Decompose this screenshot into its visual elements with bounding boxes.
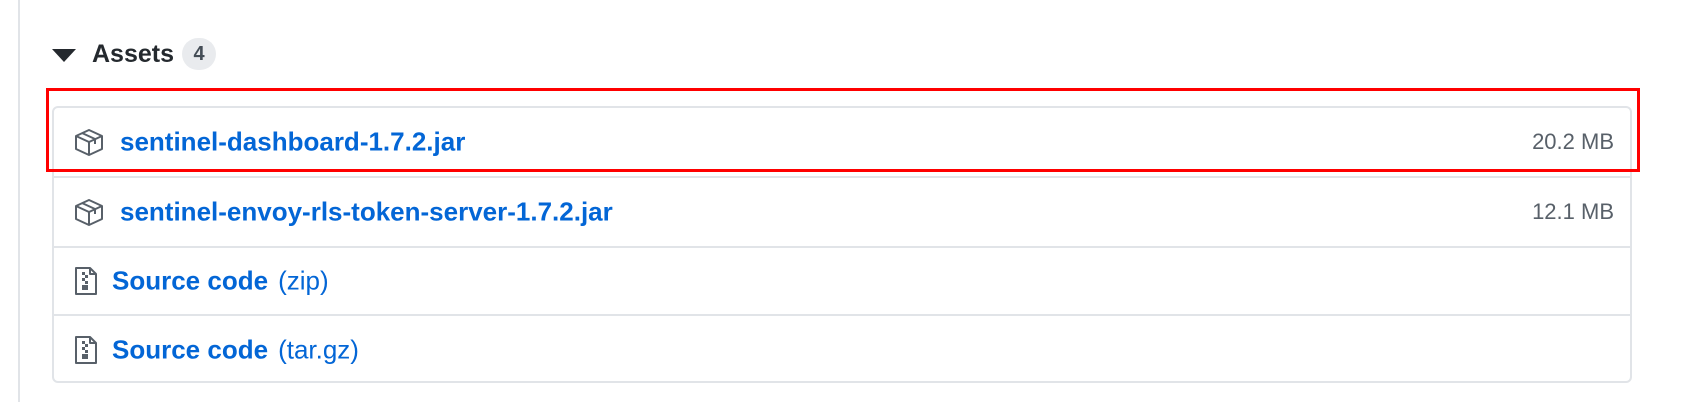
source-code-type: (zip) — [278, 265, 329, 296]
asset-row: sentinel-envoy-rls-token-server-1.7.2.ja… — [54, 176, 1630, 246]
asset-row: Source code (tar.gz) — [54, 314, 1630, 381]
package-icon — [75, 199, 103, 226]
asset-row: Source code (zip) — [54, 246, 1630, 314]
assets-count-badge: 4 — [182, 38, 216, 70]
asset-list: sentinel-dashboard-1.7.2.jar 20.2 MB sen… — [52, 106, 1632, 383]
source-code-label: Source code — [112, 334, 269, 364]
source-code-targz-link[interactable]: Source code (tar.gz) — [112, 334, 359, 365]
asset-size: 20.2 MB — [1532, 129, 1614, 154]
left-divider — [18, 0, 20, 402]
assets-title: Assets — [92, 39, 174, 68]
file-zip-icon — [75, 267, 97, 295]
asset-link-sentinel-envoy-rls-token-server[interactable]: sentinel-envoy-rls-token-server-1.7.2.ja… — [120, 197, 613, 228]
asset-row: sentinel-dashboard-1.7.2.jar 20.2 MB — [54, 108, 1630, 176]
file-zip-icon — [75, 335, 97, 364]
source-code-label: Source code — [112, 265, 269, 296]
caret-down-icon — [52, 48, 76, 62]
source-code-zip-link[interactable]: Source code (zip) — [112, 266, 329, 297]
package-icon — [75, 129, 103, 156]
asset-link-sentinel-dashboard[interactable]: sentinel-dashboard-1.7.2.jar — [120, 127, 465, 158]
asset-size: 12.1 MB — [1532, 199, 1614, 224]
source-code-type: (tar.gz) — [278, 334, 359, 364]
assets-toggle[interactable]: Assets 4 — [52, 34, 216, 74]
release-assets-panel: Assets 4 sentinel-dashboard-1.7.2.jar 20… — [0, 0, 1708, 402]
